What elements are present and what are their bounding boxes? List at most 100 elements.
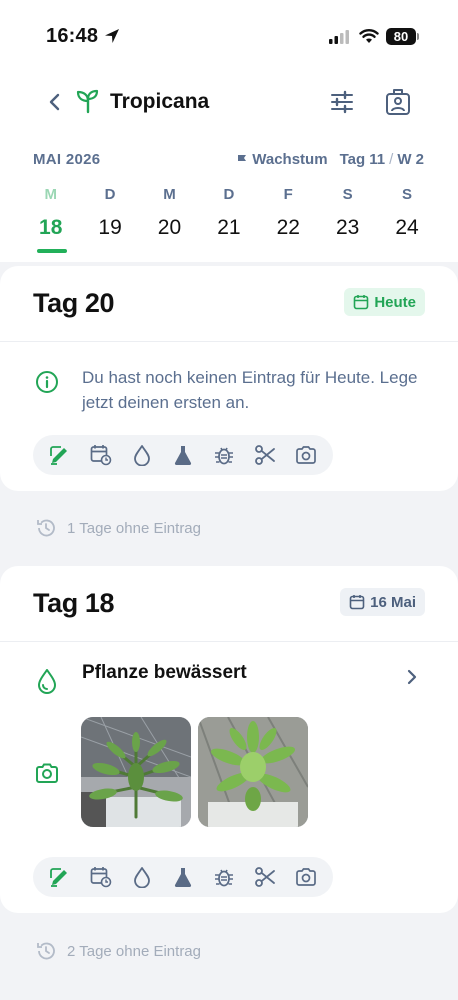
nutrients-button[interactable] — [169, 441, 197, 469]
plant-photo-image — [198, 717, 308, 827]
info-icon — [36, 371, 58, 393]
sprout-icon — [76, 89, 99, 114]
water-drop-icon — [133, 445, 150, 466]
phase-name: Wachstum — [252, 151, 328, 168]
week-strip: M 18 D 19 M 20 D 21 F 22 S 23 S 24 — [21, 186, 437, 240]
day-20[interactable]: M 20 — [140, 186, 199, 240]
day-card-today: Tag 20 Heute Du hast noch keinen Eintrag… — [0, 266, 458, 491]
days-without-entry-1: 1 Tage ohne Eintrag — [35, 517, 201, 539]
flask-icon — [174, 868, 192, 887]
phase-day: Tag 11 — [339, 151, 386, 168]
empty-entry-message: Du hast noch keinen Eintrag für Heute. L… — [82, 368, 418, 412]
battery-indicator: 80 — [386, 28, 416, 45]
day-number: 22 — [276, 216, 300, 239]
calendar-repeat-icon — [90, 445, 112, 466]
day-of-week: F — [283, 186, 293, 203]
water-button[interactable] — [128, 863, 156, 891]
header-area: 16:48 80 Tropicana MAI 2026 Wachstum Tag… — [0, 0, 458, 262]
day-of-week: S — [402, 186, 413, 203]
camera-icon — [296, 868, 317, 886]
water-drop-icon — [133, 867, 150, 888]
photo-button[interactable] — [292, 863, 320, 891]
day-18[interactable]: M 18 — [21, 186, 80, 240]
photo-button[interactable] — [292, 441, 320, 469]
status-bar: 16:48 80 — [0, 0, 458, 74]
add-note-button[interactable] — [46, 441, 74, 469]
water-drop-icon — [38, 669, 56, 694]
flag-icon — [238, 154, 247, 165]
day-of-week: D — [223, 186, 235, 203]
date-pill-label: 16 Mai — [370, 593, 416, 611]
scissors-icon — [255, 445, 276, 465]
location-arrow-icon — [105, 29, 119, 43]
plant-photo-2[interactable] — [198, 717, 308, 827]
history-icon — [37, 942, 55, 960]
selected-day-indicator — [37, 249, 67, 253]
day-number: 20 — [157, 216, 182, 239]
day-number: 19 — [98, 216, 122, 239]
prune-button[interactable] — [251, 863, 279, 891]
calendar-repeat-icon — [90, 867, 112, 888]
bug-icon — [215, 447, 234, 465]
prune-button[interactable] — [251, 441, 279, 469]
note-edit-icon — [49, 446, 67, 465]
back-chevron-icon[interactable] — [44, 90, 66, 114]
card-header: Tag 18 16 Mai — [0, 566, 458, 642]
day-number: 18 — [39, 216, 63, 239]
phase-separator: / — [389, 151, 394, 168]
scissors-icon — [255, 867, 276, 887]
card-title: Tag 20 — [33, 288, 115, 318]
day-19[interactable]: D 19 — [80, 186, 139, 240]
bug-icon — [215, 869, 234, 887]
days-without-entry-2: 2 Tage ohne Eintrag — [35, 940, 201, 962]
pest-button[interactable] — [210, 441, 238, 469]
growth-phase-info: Wachstum Tag 11 / W 2 — [236, 151, 424, 168]
calendar-month: MAI 2026 — [33, 151, 101, 168]
schedule-button[interactable] — [87, 863, 115, 891]
gap-text: 1 Tage ohne Eintrag — [67, 519, 201, 537]
calendar-icon — [354, 295, 369, 310]
pest-button[interactable] — [210, 863, 238, 891]
camera-icon — [296, 446, 317, 464]
date-pill[interactable]: 16 Mai — [340, 588, 425, 616]
nutrients-button[interactable] — [169, 863, 197, 891]
phase-week: W 2 — [397, 151, 424, 168]
date-pill-label: Heute — [374, 293, 416, 311]
day-24[interactable]: S 24 — [377, 186, 436, 240]
note-edit-icon — [49, 868, 67, 887]
camera-icon — [36, 763, 58, 783]
day-card-entry: Tag 18 16 Mai Pflanze bewässert — [0, 566, 458, 913]
wifi-icon — [359, 29, 379, 43]
day-of-week: M — [163, 186, 176, 203]
flask-icon — [174, 446, 192, 465]
day-number: 24 — [395, 216, 419, 239]
quick-action-bar — [33, 435, 333, 475]
filter-sliders-icon[interactable] — [330, 90, 354, 114]
cellular-signal-icon — [329, 30, 349, 44]
day-23[interactable]: S 23 — [318, 186, 377, 240]
battery-tip — [417, 33, 419, 40]
plant-photo-image — [81, 717, 191, 827]
entry-title[interactable]: Pflanze bewässert — [82, 662, 247, 684]
status-time: 16:48 — [46, 25, 99, 47]
day-number: 21 — [217, 216, 241, 239]
calendar-icon — [349, 595, 365, 610]
plant-id-badge-icon[interactable] — [385, 88, 411, 116]
day-22[interactable]: F 22 — [259, 186, 318, 240]
quick-action-bar — [33, 857, 333, 897]
card-title: Tag 18 — [33, 588, 115, 618]
day-21[interactable]: D 21 — [199, 186, 258, 240]
history-icon — [37, 519, 55, 537]
water-button[interactable] — [128, 441, 156, 469]
day-number: 23 — [335, 216, 360, 239]
day-of-week: M — [44, 186, 57, 203]
gap-text: 2 Tage ohne Eintrag — [67, 942, 201, 960]
page-title: Tropicana — [110, 90, 210, 113]
add-note-button[interactable] — [46, 863, 74, 891]
chevron-right-icon[interactable] — [406, 668, 418, 686]
date-pill-today[interactable]: Heute — [344, 288, 425, 316]
card-header: Tag 20 Heute — [0, 266, 458, 342]
plant-photo-1[interactable] — [81, 717, 191, 827]
day-of-week: S — [342, 186, 353, 203]
schedule-button[interactable] — [87, 441, 115, 469]
